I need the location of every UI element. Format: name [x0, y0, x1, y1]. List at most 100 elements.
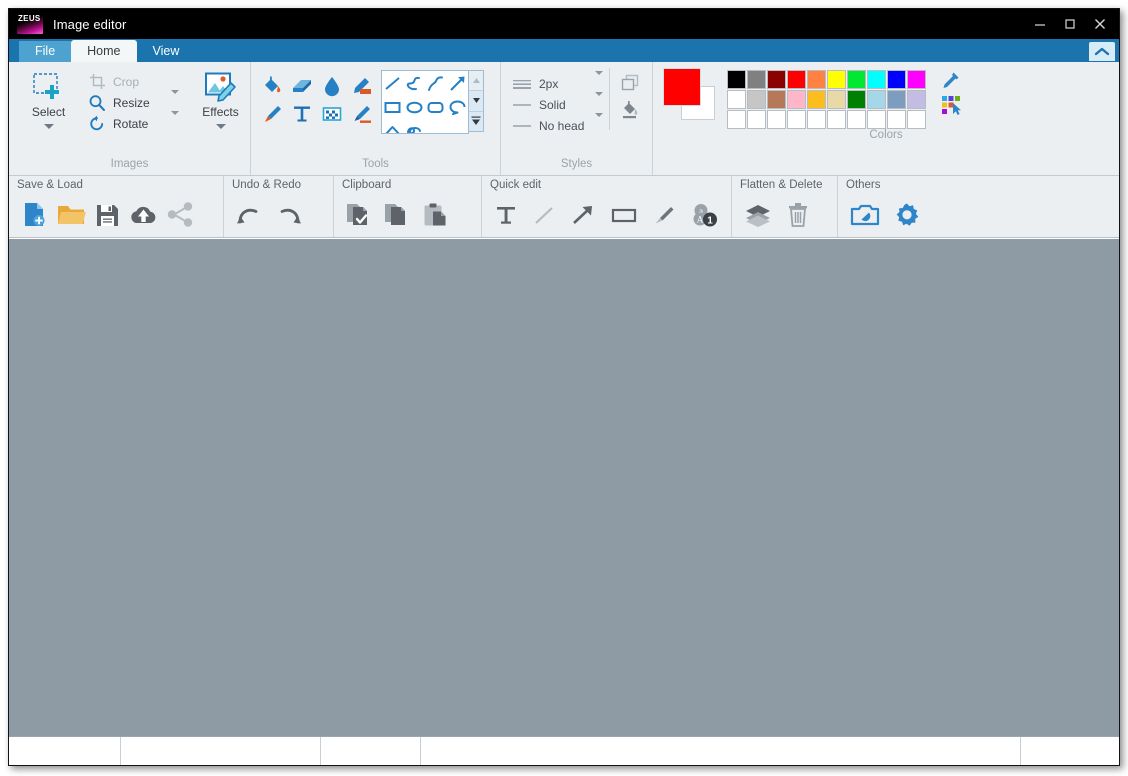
arrow-head-chevron-down-icon[interactable]	[595, 112, 603, 135]
water-drop-icon[interactable]	[317, 72, 347, 100]
palette-swatch-r0-c6[interactable]	[847, 70, 866, 89]
collapse-ribbon-button[interactable]	[1089, 42, 1115, 61]
line-style-dropdown[interactable]: Solid	[511, 91, 603, 115]
resize-menu-chevron-down-icon[interactable]	[171, 89, 179, 112]
palette-swatch-r2-c3[interactable]	[787, 110, 806, 129]
quick-brush-button[interactable]	[652, 203, 676, 227]
minimize-button[interactable]	[1025, 11, 1055, 37]
select-menu-chevron-down-icon[interactable]	[43, 124, 54, 129]
shape-outline-button[interactable]	[620, 74, 642, 94]
undo-button[interactable]	[236, 204, 262, 226]
palette-swatch-r1-c9[interactable]	[907, 90, 926, 109]
flatten-layers-button[interactable]	[744, 203, 772, 227]
effects-button[interactable]: Effects	[191, 68, 250, 129]
ellipse-icon[interactable]	[404, 95, 426, 119]
scroll-down-icon[interactable]	[469, 91, 483, 112]
rectangle-icon[interactable]	[382, 95, 404, 119]
palette-swatch-r1-c6[interactable]	[847, 90, 866, 109]
tab-file[interactable]: File	[19, 41, 72, 62]
line-style-chevron-down-icon[interactable]	[595, 91, 603, 114]
image-canvas[interactable]	[9, 238, 1119, 736]
copy-check-button[interactable]	[346, 202, 372, 228]
pencil-underline-icon[interactable]	[347, 100, 377, 128]
palette-swatch-r2-c8[interactable]	[887, 110, 906, 129]
palette-swatch-r2-c6[interactable]	[847, 110, 866, 129]
palette-swatch-r0-c7[interactable]	[867, 70, 886, 89]
palette-swatch-r2-c5[interactable]	[827, 110, 846, 129]
edit-colors-button[interactable]	[940, 94, 962, 116]
stroke-width-dropdown[interactable]: 2px	[511, 70, 603, 94]
crop-button[interactable]: Crop	[86, 71, 179, 92]
palette-swatch-r0-c1[interactable]	[747, 70, 766, 89]
delete-button[interactable]	[786, 202, 810, 228]
maximize-button[interactable]	[1055, 11, 1085, 37]
palette-swatch-r2-c7[interactable]	[867, 110, 886, 129]
arrow-diagonal-icon[interactable]	[447, 71, 469, 95]
palette-swatch-r0-c8[interactable]	[887, 70, 906, 89]
rotate-menu-chevron-down-icon[interactable]	[171, 110, 179, 133]
arrow-head-dropdown[interactable]: No head	[511, 112, 603, 136]
speech-bubble-icon[interactable]	[447, 95, 469, 119]
color-picker-eyedropper-button[interactable]	[941, 70, 961, 90]
marker-highlight-icon[interactable]	[347, 72, 377, 100]
new-image-button[interactable]	[21, 201, 48, 228]
palette-swatch-r2-c9[interactable]	[907, 110, 926, 129]
palette-swatch-r1-c4[interactable]	[807, 90, 826, 109]
quick-arrow-button[interactable]	[570, 203, 596, 227]
quick-line-button[interactable]	[532, 203, 556, 227]
close-button[interactable]	[1085, 11, 1115, 37]
shape-gallery[interactable]	[381, 70, 469, 134]
palette-swatch-r0-c2[interactable]	[767, 70, 786, 89]
palette-swatch-r0-c3[interactable]	[787, 70, 806, 89]
palette-swatch-r0-c4[interactable]	[807, 70, 826, 89]
palette-swatch-r2-c1[interactable]	[747, 110, 766, 129]
palette-swatch-r2-c2[interactable]	[767, 110, 786, 129]
upload-cloud-button[interactable]	[129, 203, 158, 226]
quick-step-number-button[interactable]: a A 1	[690, 202, 718, 228]
screenshot-button[interactable]	[850, 203, 880, 227]
scroll-up-icon[interactable]	[469, 71, 483, 92]
s-curve-icon[interactable]	[404, 71, 426, 95]
tab-home[interactable]: Home	[71, 40, 137, 62]
open-gallery-icon[interactable]	[469, 111, 483, 131]
settings-button[interactable]	[894, 202, 920, 228]
rounded-rectangle-icon[interactable]	[425, 95, 447, 119]
palette-swatch-r1-c0[interactable]	[727, 90, 746, 109]
paintbrush-icon[interactable]	[257, 100, 287, 128]
scribble-icon[interactable]	[404, 119, 426, 133]
palette-swatch-r0-c0[interactable]	[727, 70, 746, 89]
pixelate-checker-icon[interactable]	[317, 100, 347, 128]
text-t-icon[interactable]	[287, 100, 317, 128]
copy-button[interactable]	[384, 202, 410, 228]
bent-line-icon[interactable]	[425, 71, 447, 95]
select-button[interactable]: Select	[19, 68, 78, 129]
palette-swatch-r1-c7[interactable]	[867, 90, 886, 109]
quick-rectangle-button[interactable]	[610, 204, 638, 226]
open-file-button[interactable]	[57, 201, 86, 228]
redo-button[interactable]	[276, 204, 302, 226]
eraser-icon[interactable]	[287, 72, 317, 100]
foreground-color-swatch[interactable]	[663, 68, 701, 106]
paste-button[interactable]	[422, 202, 448, 228]
paint-bucket-icon[interactable]	[257, 72, 287, 100]
palette-swatch-r1-c3[interactable]	[787, 90, 806, 109]
chevron-up-shape-icon[interactable]	[382, 119, 404, 133]
stroke-width-chevron-down-icon[interactable]	[595, 70, 603, 93]
share-button[interactable]	[167, 202, 194, 227]
palette-swatch-r0-c9[interactable]	[907, 70, 926, 89]
save-button[interactable]	[95, 202, 120, 228]
palette-swatch-r1-c8[interactable]	[887, 90, 906, 109]
straight-line-icon[interactable]	[382, 71, 404, 95]
rotate-button[interactable]: Rotate	[86, 110, 179, 134]
palette-swatch-r2-c0[interactable]	[727, 110, 746, 129]
effects-menu-chevron-down-icon[interactable]	[215, 124, 226, 129]
tab-view[interactable]: View	[137, 41, 196, 62]
shape-gallery-scrollbar[interactable]	[469, 70, 484, 132]
palette-swatch-r0-c5[interactable]	[827, 70, 846, 89]
palette-swatch-r1-c1[interactable]	[747, 90, 766, 109]
shape-fill-button[interactable]	[620, 100, 642, 120]
quick-text-button[interactable]	[494, 203, 518, 227]
palette-swatch-r1-c2[interactable]	[767, 90, 786, 109]
palette-swatch-r1-c5[interactable]	[827, 90, 846, 109]
palette-swatch-r2-c4[interactable]	[807, 110, 826, 129]
